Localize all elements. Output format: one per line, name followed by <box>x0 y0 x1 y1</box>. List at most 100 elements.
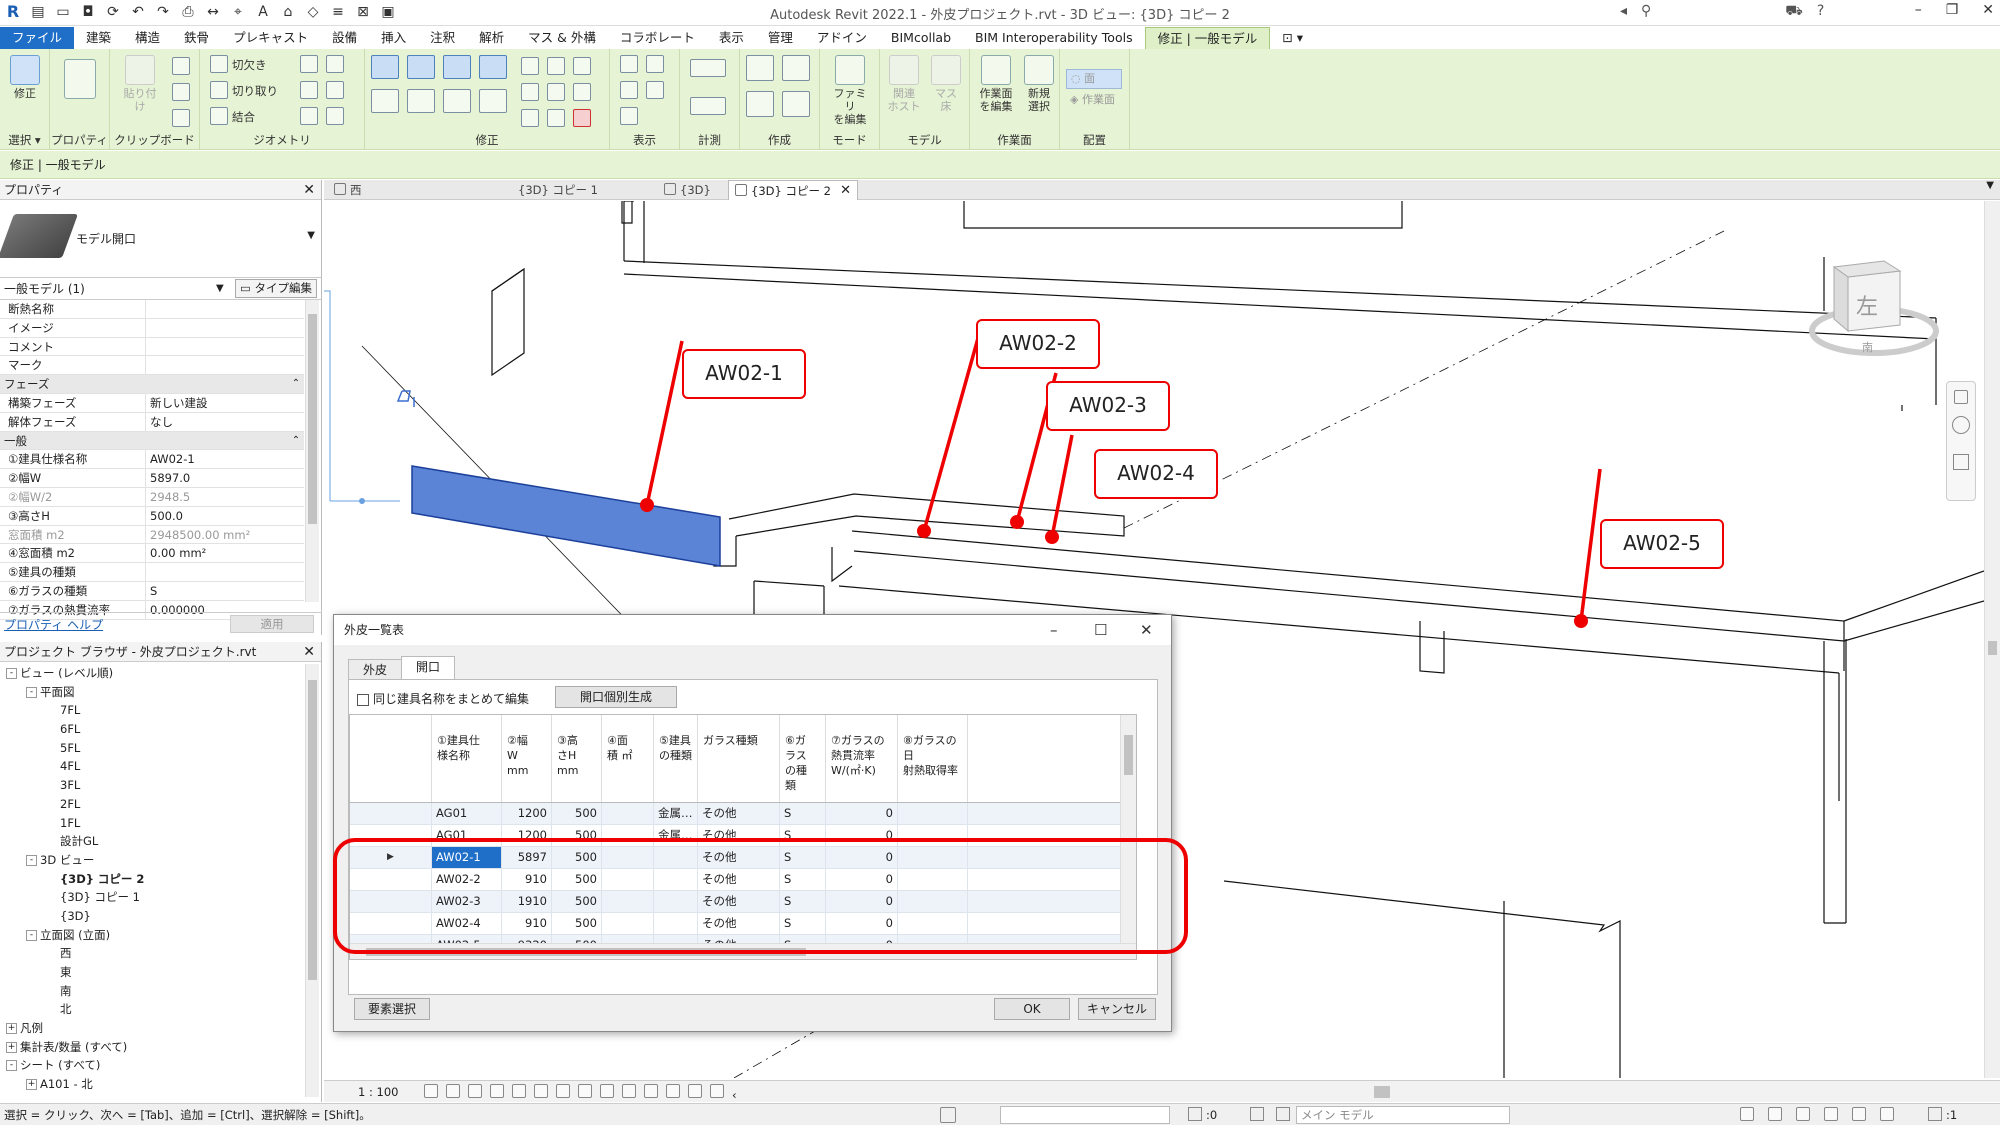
browser-node[interactable]: 西 <box>0 944 305 963</box>
tab-structure[interactable]: 構造 <box>123 27 172 49</box>
select-underlay-icon[interactable] <box>1768 1107 1782 1121</box>
tab-steel[interactable]: 鉄骨 <box>172 27 221 49</box>
browser-node[interactable]: 設計GL <box>0 832 305 851</box>
detail-level-icon[interactable] <box>424 1084 438 1098</box>
unpin-icon[interactable] <box>573 57 591 75</box>
cell-area[interactable] <box>602 803 654 824</box>
browser-node[interactable]: - シート (すべて) <box>0 1056 305 1075</box>
copy-icon[interactable] <box>172 83 190 101</box>
tab-openings[interactable]: 開口 <box>401 656 456 679</box>
dimension-icon[interactable] <box>690 97 726 115</box>
pick-host-button[interactable]: 関連 ホスト <box>884 55 924 113</box>
ok-button[interactable]: OK <box>994 998 1070 1020</box>
property-row[interactable]: ④窓面積 m2 0.00 mm² <box>0 544 304 564</box>
paste-button[interactable]: 貼り付け <box>120 55 160 113</box>
reveal-hidden-icon[interactable] <box>622 1084 636 1098</box>
property-value[interactable]: 500.0 <box>146 507 304 525</box>
edit-type-button[interactable]: ▭ タイプ編集 <box>234 279 317 298</box>
close-icon[interactable]: ✕ <box>303 642 315 662</box>
group-select-label[interactable]: 選択 ▾ <box>0 132 49 148</box>
match-type-icon[interactable] <box>172 109 190 127</box>
split-gap-icon[interactable] <box>547 57 565 75</box>
browser-node[interactable]: 1FL <box>0 814 305 833</box>
line-style-icon[interactable] <box>646 81 664 99</box>
select-elements-button[interactable]: 要素選択 <box>354 998 430 1020</box>
tab-addins[interactable]: アドイン <box>805 27 879 49</box>
select-links-icon[interactable] <box>1740 1107 1754 1121</box>
tab-panel-toggle-icon[interactable]: ⊡ ▾ <box>1270 27 1315 49</box>
cutout-icon[interactable] <box>210 81 228 99</box>
editable-only-icon[interactable] <box>1188 1107 1202 1121</box>
selected-opening-aw02-1[interactable] <box>411 465 721 567</box>
override-icon[interactable] <box>646 55 664 73</box>
face-placement-button[interactable]: ◌ 面 <box>1066 69 1122 89</box>
view-cube-face-label[interactable]: 左 <box>1856 289 1878 321</box>
paint-icon[interactable] <box>300 81 318 99</box>
tab-massing[interactable]: マス & 外構 <box>516 27 608 49</box>
array-icon[interactable] <box>521 83 539 101</box>
scale-icon[interactable] <box>547 83 565 101</box>
move-icon[interactable] <box>371 89 399 113</box>
properties-scrollbar[interactable] <box>305 300 319 602</box>
close-button[interactable]: ✕ <box>1140 615 1153 645</box>
property-row[interactable]: ①建具仕様名称 AW02-1 <box>0 450 304 470</box>
workplane-placement-button[interactable]: ◈ 作業面 <box>1066 91 1122 111</box>
show-crop-icon[interactable] <box>556 1084 570 1098</box>
collapse-icon[interactable]: - <box>26 854 37 866</box>
tab-view-copy1[interactable]: {3D} コピー 1 <box>478 180 658 200</box>
maximize-button[interactable]: ☐ <box>1094 615 1107 645</box>
cube-front-face[interactable] <box>1833 266 1849 333</box>
background-processes-icon[interactable] <box>1880 1107 1894 1121</box>
close-icon[interactable]: ✕ <box>303 180 315 200</box>
zoom-icon[interactable] <box>1953 454 1969 470</box>
design-options-icon[interactable] <box>1250 1107 1264 1121</box>
cell-g6[interactable]: S <box>780 803 826 824</box>
column-header[interactable]: ④面 積 ㎡ <box>602 715 654 802</box>
highlight-displacement-icon[interactable] <box>688 1084 702 1098</box>
property-row[interactable]: 断熱名称 <box>0 300 304 319</box>
view-scale[interactable]: 1 : 100 <box>358 1081 398 1103</box>
column-header[interactable]: ⑧ガラスの日 射熱取得率 <box>898 715 968 802</box>
column-header[interactable]: ⑤建具 の種類 <box>654 715 698 802</box>
property-value[interactable]: 新しい建設 <box>146 394 304 412</box>
unlock-view-icon[interactable] <box>578 1084 592 1098</box>
cutout-label[interactable]: 切り取り <box>232 83 278 99</box>
join-label[interactable]: 結合 <box>232 109 255 125</box>
split-icon[interactable] <box>521 57 539 75</box>
cell-name[interactable]: AG01 <box>432 803 502 824</box>
tab-bim-interop[interactable]: BIM Interoperability Tools <box>963 27 1145 49</box>
collapse-icon[interactable]: - <box>26 686 37 698</box>
tab-manage[interactable]: 管理 <box>756 27 805 49</box>
collapse-icon[interactable]: - <box>6 668 17 679</box>
tab-view-copy2[interactable]: {3D} コピー 2 ✕ <box>728 180 858 200</box>
wall-joins-icon[interactable] <box>300 55 318 73</box>
copy-element-icon[interactable] <box>407 89 435 113</box>
paint-view-icon[interactable] <box>620 107 638 125</box>
column-header[interactable]: ⑦ガラスの 熱貫流率 W/(㎡·K) <box>826 715 898 802</box>
cell-kind[interactable]: 金属… <box>654 803 698 824</box>
close-icon[interactable]: ✕ <box>840 181 851 201</box>
pin-icon[interactable] <box>573 83 591 101</box>
help-icon[interactable]: ? <box>1817 3 1824 21</box>
property-value[interactable]: 2948.5 <box>146 488 304 506</box>
browser-node[interactable]: 2FL <box>0 795 305 814</box>
property-value[interactable] <box>146 319 304 337</box>
browser-node[interactable]: 東 <box>0 963 305 982</box>
create-similar-icon[interactable] <box>782 91 810 117</box>
property-value[interactable]: 0.00 mm² <box>146 544 304 562</box>
drag-elements-icon[interactable] <box>1852 1107 1866 1121</box>
join-icon[interactable] <box>210 107 228 125</box>
browser-node[interactable]: 北 <box>0 1000 305 1019</box>
measure-distance-icon[interactable] <box>690 59 726 77</box>
tab-insert[interactable]: 挿入 <box>369 27 418 49</box>
visual-style-icon[interactable] <box>446 1084 460 1098</box>
browser-node[interactable]: -3D ビュー <box>0 851 305 870</box>
canvas-scrollbar[interactable] <box>1984 201 2000 1078</box>
apply-button[interactable]: 適用 <box>230 615 314 633</box>
browser-scrollbar[interactable] <box>305 664 319 1097</box>
instance-filter[interactable]: 一般モデル (1) ▼ ▭ タイプ編集 <box>0 278 321 300</box>
expand-icon[interactable]: + <box>6 1041 17 1053</box>
tab-systems[interactable]: 設備 <box>320 27 369 49</box>
analytical-model-icon[interactable] <box>666 1084 680 1098</box>
collapse-icon[interactable]: - <box>26 929 37 941</box>
